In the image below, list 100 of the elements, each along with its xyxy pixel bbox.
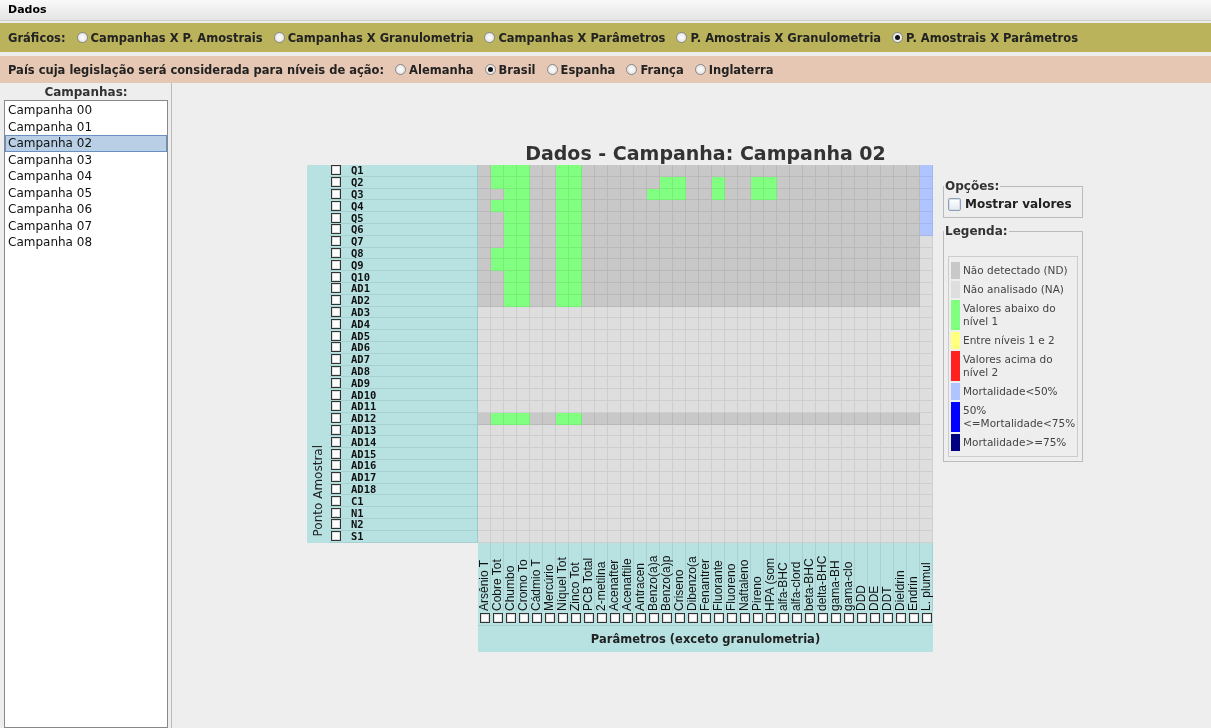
- checkbox[interactable]: [752, 612, 763, 623]
- checkbox[interactable]: [518, 612, 529, 623]
- checkbox[interactable]: [869, 612, 880, 623]
- checkbox[interactable]: [531, 612, 542, 623]
- list-item[interactable]: Campanha 07: [5, 217, 167, 234]
- checkbox[interactable]: [331, 460, 341, 471]
- checkbox[interactable]: [687, 612, 698, 623]
- checkbox[interactable]: [331, 472, 341, 483]
- column-label: Endrin: [907, 542, 920, 611]
- checkbox[interactable]: [331, 318, 341, 329]
- radio-option[interactable]: Espanha: [546, 62, 616, 77]
- checkbox[interactable]: [331, 342, 341, 353]
- checkbox[interactable]: [331, 531, 341, 542]
- checkbox[interactable]: [570, 612, 581, 623]
- radio-icon[interactable]: [694, 64, 706, 75]
- checkbox[interactable]: [331, 165, 341, 176]
- checkbox[interactable]: [713, 612, 724, 623]
- checkbox[interactable]: [331, 377, 341, 388]
- radio-icon[interactable]: [626, 64, 638, 75]
- checkbox[interactable]: [609, 612, 620, 623]
- checkbox[interactable]: [331, 424, 341, 435]
- checkbox[interactable]: [791, 612, 802, 623]
- checkbox[interactable]: [331, 177, 341, 188]
- radio-icon[interactable]: [546, 64, 558, 75]
- radio-option[interactable]: Inglaterra: [694, 62, 774, 77]
- radio-icon[interactable]: [484, 32, 496, 43]
- list-item[interactable]: Campanha 04: [5, 168, 167, 185]
- list-item[interactable]: Campanha 00: [5, 102, 167, 119]
- radio-icon[interactable]: [484, 64, 496, 75]
- list-item[interactable]: Campanha 01: [5, 118, 167, 135]
- radio-option[interactable]: P. Amostrais X Granulometria: [676, 30, 882, 45]
- radio-icon[interactable]: [395, 64, 407, 75]
- menu-item[interactable]: Dados: [0, 0, 55, 16]
- checkbox[interactable]: [331, 448, 341, 459]
- radio-option[interactable]: Campanhas X P. Amostrais: [76, 30, 263, 45]
- checkbox[interactable]: [331, 212, 341, 223]
- checkbox[interactable]: [830, 612, 841, 623]
- radio-option[interactable]: França: [626, 62, 684, 77]
- list-item[interactable]: Campanha 05: [5, 184, 167, 201]
- checkbox[interactable]: [674, 612, 685, 623]
- checkbox[interactable]: [895, 612, 906, 623]
- list-item[interactable]: Campanha 02: [5, 135, 167, 152]
- checkbox[interactable]: [331, 259, 341, 270]
- radio-option[interactable]: Campanhas X Parâmetros: [484, 30, 666, 45]
- checkbox[interactable]: [882, 612, 893, 623]
- checkbox[interactable]: [583, 612, 594, 623]
- checkbox[interactable]: [739, 612, 750, 623]
- checkbox[interactable]: [331, 247, 341, 258]
- checkbox[interactable]: [635, 612, 646, 623]
- checkbox[interactable]: [700, 612, 711, 623]
- checkbox[interactable]: [921, 612, 932, 623]
- radio-option[interactable]: Brasil: [484, 62, 536, 77]
- radio-icon[interactable]: [273, 32, 285, 43]
- checkbox[interactable]: [778, 612, 789, 623]
- checkbox[interactable]: [331, 413, 341, 424]
- checkbox[interactable]: [544, 612, 555, 623]
- checkbox[interactable]: [622, 612, 633, 623]
- radio-option[interactable]: P. Amostrais X Parâmetros: [892, 30, 1079, 45]
- checkbox[interactable]: [331, 389, 341, 400]
- checkbox[interactable]: [331, 295, 341, 306]
- list-item[interactable]: Campanha 03: [5, 151, 167, 168]
- radio-icon[interactable]: [76, 32, 88, 43]
- list-item[interactable]: Campanha 08: [5, 234, 167, 251]
- checkbox[interactable]: [843, 612, 854, 623]
- checkbox[interactable]: [331, 519, 341, 530]
- checkbox[interactable]: [331, 271, 341, 282]
- checkbox[interactable]: [661, 612, 672, 623]
- checkbox[interactable]: [331, 507, 341, 518]
- radio-option[interactable]: Alemanha: [395, 62, 474, 77]
- checkbox[interactable]: [331, 495, 341, 506]
- checkbox[interactable]: [557, 612, 568, 623]
- radio-icon[interactable]: [676, 32, 688, 43]
- checkbox[interactable]: [331, 365, 341, 376]
- checkbox[interactable]: [331, 330, 341, 341]
- checkbox[interactable]: [648, 612, 659, 623]
- checkbox[interactable]: [817, 612, 828, 623]
- list-item[interactable]: Campanha 06: [5, 201, 167, 218]
- checkbox[interactable]: [856, 612, 867, 623]
- radio-option[interactable]: Campanhas X Granulometria: [273, 30, 474, 45]
- checkbox[interactable]: [726, 612, 737, 623]
- checkbox[interactable]: [908, 612, 919, 623]
- checkbox[interactable]: [331, 401, 341, 412]
- checkbox[interactable]: [492, 612, 503, 623]
- radio-icon[interactable]: [892, 32, 904, 43]
- checkbox[interactable]: [331, 483, 341, 494]
- checkbox[interactable]: [331, 354, 341, 365]
- checkbox[interactable]: [331, 189, 341, 199]
- checkbox[interactable]: [479, 612, 490, 623]
- checkbox[interactable]: [505, 612, 516, 623]
- checkbox[interactable]: [331, 200, 341, 211]
- checkbox-icon[interactable]: [948, 197, 961, 211]
- checkbox[interactable]: [804, 612, 815, 623]
- checkbox[interactable]: [596, 612, 607, 623]
- checkbox[interactable]: [331, 224, 341, 235]
- checkbox[interactable]: [331, 436, 341, 447]
- checkbox[interactable]: [331, 306, 341, 317]
- checkbox[interactable]: [765, 612, 776, 623]
- checkbox[interactable]: [331, 236, 341, 247]
- show-values-checkbox[interactable]: Mostrar valores: [948, 195, 1078, 213]
- checkbox[interactable]: [331, 283, 341, 294]
